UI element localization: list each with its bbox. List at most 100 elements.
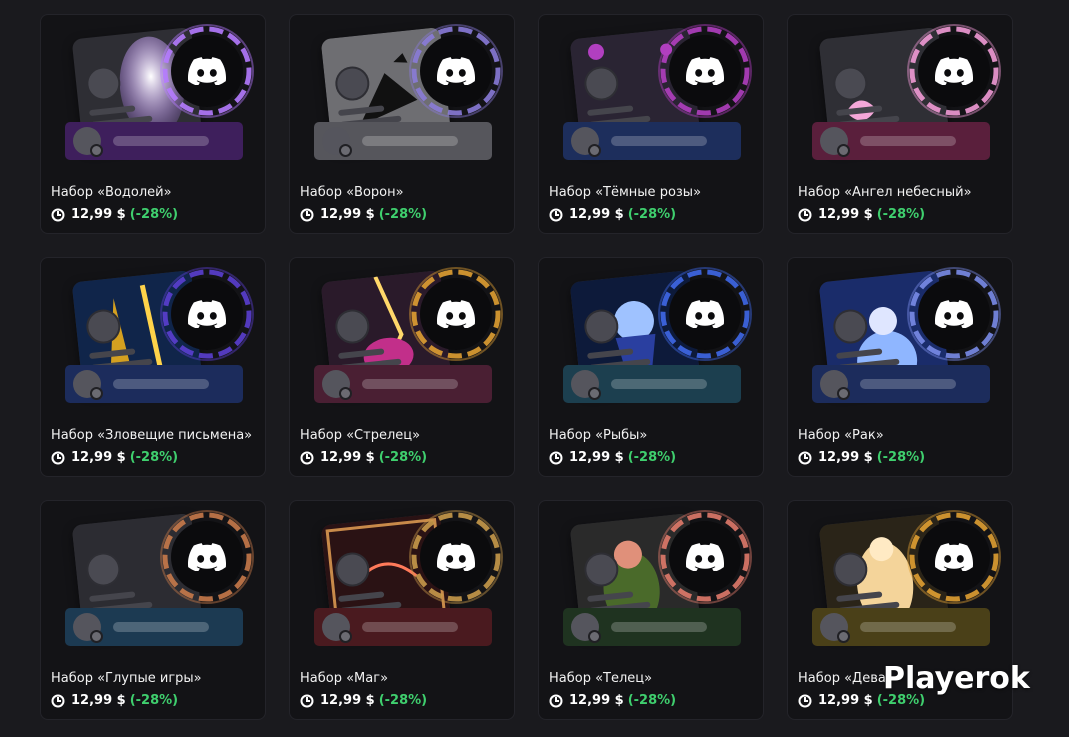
profile-nameplate	[812, 122, 990, 160]
discord-logo-icon	[188, 542, 226, 572]
profile-avatar	[171, 35, 243, 107]
product-title: Набор «Тёмные розы»	[549, 185, 702, 200]
product-price-row: 12,99 $ (-28%)	[300, 207, 427, 222]
coin-icon	[798, 451, 812, 464]
product-discount: (-28%)	[129, 693, 179, 708]
product-price-row: 12,99 $ (-28%)	[51, 450, 178, 465]
nameplate-text-placeholder	[113, 379, 209, 389]
nameplate-avatar	[322, 127, 352, 157]
product-price: 12,99 $	[569, 693, 624, 708]
nameplate-avatar	[73, 127, 103, 157]
product-price: 12,99 $	[818, 450, 873, 465]
product-art	[788, 501, 1012, 666]
product-title: Набор «Стрелец»	[300, 428, 421, 443]
coin-icon	[51, 694, 65, 707]
discord-logo-icon	[437, 299, 475, 329]
product-card[interactable]: Набор «Стрелец» 12,99 $ (-28%)	[289, 257, 515, 477]
coin-icon	[798, 694, 812, 707]
product-card[interactable]: Набор «Телец» 12,99 $ (-28%)	[538, 500, 764, 720]
profile-nameplate	[65, 608, 243, 646]
product-card[interactable]: Набор «Рак» 12,99 $ (-28%)	[787, 257, 1013, 477]
product-price-row: 12,99 $ (-28%)	[300, 450, 427, 465]
product-card[interactable]: Набор «Рыбы» 12,99 $ (-28%)	[538, 257, 764, 477]
profile-nameplate	[314, 365, 492, 403]
profile-avatar	[171, 521, 243, 593]
coin-icon	[51, 451, 65, 464]
profile-nameplate	[314, 122, 492, 160]
coin-icon	[798, 208, 812, 221]
coin-icon	[51, 208, 65, 221]
product-discount: (-28%)	[129, 450, 179, 465]
nameplate-text-placeholder	[362, 379, 458, 389]
product-discount: (-28%)	[627, 693, 677, 708]
nameplate-text-placeholder	[611, 136, 707, 146]
profile-avatar	[918, 278, 990, 350]
profile-avatar	[420, 278, 492, 350]
discord-logo-icon	[437, 56, 475, 86]
product-title: Набор «Ворон»	[300, 185, 404, 200]
product-price: 12,99 $	[320, 693, 375, 708]
nameplate-text-placeholder	[860, 379, 956, 389]
nameplate-avatar	[322, 613, 352, 643]
discord-logo-icon	[188, 56, 226, 86]
profile-nameplate	[65, 122, 243, 160]
nameplate-avatar	[571, 613, 601, 643]
product-price-row: 12,99 $ (-28%)	[798, 450, 925, 465]
product-title: Набор «Дева»	[798, 671, 894, 686]
profile-avatar	[669, 521, 741, 593]
product-price: 12,99 $	[320, 450, 375, 465]
profile-avatar	[918, 521, 990, 593]
product-card[interactable]: Набор «Ангел небесный» 12,99 $ (-28%)	[787, 14, 1013, 234]
product-discount: (-28%)	[378, 207, 428, 222]
product-card[interactable]: Набор «Глупые игры» 12,99 $ (-28%)	[40, 500, 266, 720]
product-discount: (-28%)	[378, 450, 428, 465]
product-art	[788, 258, 1012, 423]
discord-logo-icon	[935, 542, 973, 572]
product-art	[290, 15, 514, 180]
product-art	[41, 258, 265, 423]
product-title: Набор «Рак»	[798, 428, 884, 443]
product-price: 12,99 $	[71, 207, 126, 222]
product-art	[788, 15, 1012, 180]
product-discount: (-28%)	[876, 207, 926, 222]
playerok-watermark: Playerok	[883, 661, 1030, 696]
profile-avatar	[669, 35, 741, 107]
product-price: 12,99 $	[818, 693, 873, 708]
profile-avatar	[420, 521, 492, 593]
nameplate-avatar	[820, 613, 850, 643]
product-price: 12,99 $	[71, 693, 126, 708]
discord-logo-icon	[935, 299, 973, 329]
product-price-row: 12,99 $ (-28%)	[300, 693, 427, 708]
product-discount: (-28%)	[129, 207, 179, 222]
product-card[interactable]: Набор «Маг» 12,99 $ (-28%)	[289, 500, 515, 720]
discord-logo-icon	[935, 56, 973, 86]
nameplate-avatar	[73, 370, 103, 400]
profile-nameplate	[812, 608, 990, 646]
profile-nameplate	[812, 365, 990, 403]
product-card[interactable]: Набор «Водолей» 12,99 $ (-28%)	[40, 14, 266, 234]
product-art	[290, 501, 514, 666]
product-title: Набор «Глупые игры»	[51, 671, 202, 686]
product-title: Набор «Маг»	[300, 671, 389, 686]
profile-nameplate	[314, 608, 492, 646]
product-art	[41, 501, 265, 666]
product-art	[539, 258, 763, 423]
product-price-row: 12,99 $ (-28%)	[798, 207, 925, 222]
nameplate-text-placeholder	[611, 622, 707, 632]
discord-logo-icon	[686, 56, 724, 86]
product-card[interactable]: Набор «Зловещие письмена» 12,99 $ (-28%)	[40, 257, 266, 477]
product-price: 12,99 $	[320, 207, 375, 222]
nameplate-text-placeholder	[362, 622, 458, 632]
product-price: 12,99 $	[818, 207, 873, 222]
product-price: 12,99 $	[569, 207, 624, 222]
coin-icon	[300, 208, 314, 221]
coin-icon	[549, 208, 563, 221]
product-discount: (-28%)	[378, 693, 428, 708]
coin-icon	[300, 694, 314, 707]
profile-avatar	[918, 35, 990, 107]
discord-logo-icon	[686, 299, 724, 329]
nameplate-text-placeholder	[860, 622, 956, 632]
product-card[interactable]: Набор «Ворон» 12,99 $ (-28%)	[289, 14, 515, 234]
coin-icon	[300, 451, 314, 464]
product-card[interactable]: Набор «Тёмные розы» 12,99 $ (-28%)	[538, 14, 764, 234]
